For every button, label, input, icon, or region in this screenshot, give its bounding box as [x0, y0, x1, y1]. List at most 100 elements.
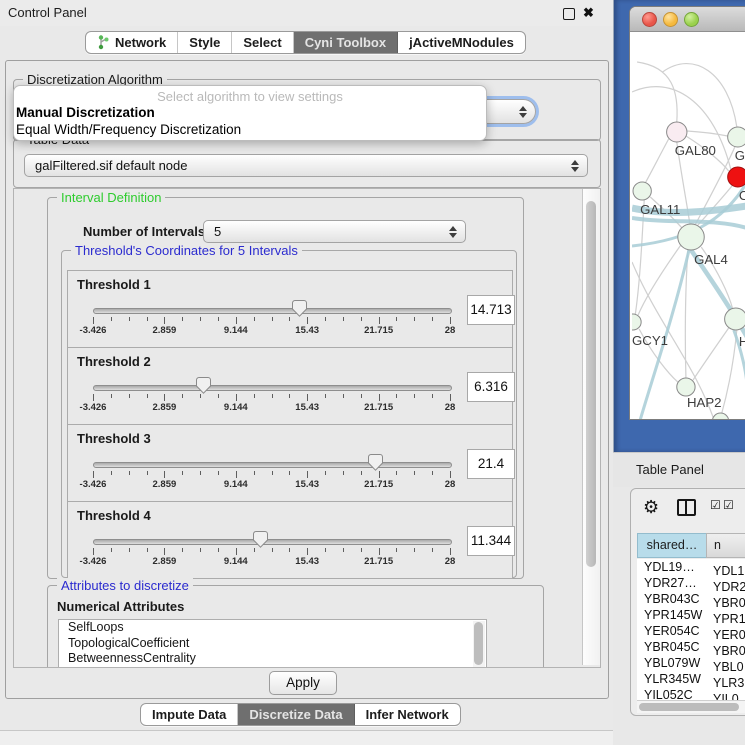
network-edge[interactable]: [722, 330, 737, 414]
table-row[interactable]: YER054CYER0: [637, 623, 745, 639]
slider-thumb[interactable]: [292, 300, 307, 317]
tab-discretize-data[interactable]: Discretize Data: [238, 704, 354, 725]
table-horizontal-scrollbar[interactable]: [637, 700, 745, 713]
column-header-shared[interactable]: shared…: [637, 533, 707, 558]
slider-ticks: [93, 471, 450, 479]
cell-shared-name[interactable]: YBR043C: [637, 591, 706, 607]
network-node[interactable]: [712, 413, 728, 420]
table-row[interactable]: YBR045CYBR0: [637, 639, 745, 655]
network-edge[interactable]: [687, 131, 728, 136]
table-rows: YDL19…YDL1YDR27…YDR2YBR043CYBR0YPR145WYP…: [637, 559, 745, 700]
network-canvas[interactable]: GAL80GACGAL11GAL4GCY1HHAP2: [632, 32, 745, 420]
threshold-value-field[interactable]: 14.713: [467, 295, 515, 325]
table-data-combo[interactable]: galFiltered.sif default node: [24, 154, 588, 177]
close-icon[interactable]: ✖: [583, 4, 594, 22]
cell-name[interactable]: YIL0: [706, 691, 739, 700]
cell-shared-name[interactable]: YIL052C: [637, 687, 706, 700]
column-header-name[interactable]: n: [706, 533, 745, 558]
threshold-panel-1: Threshold 1-3.4262.8599.14415.4321.71528…: [67, 270, 513, 348]
cell-shared-name[interactable]: YDL19…: [637, 559, 706, 575]
cell-shared-name[interactable]: YLR345W: [637, 671, 706, 687]
slider-thumb[interactable]: [368, 454, 383, 471]
network-node-gal80[interactable]: [667, 122, 687, 142]
slider-track[interactable]: [93, 385, 452, 391]
slider-thumb[interactable]: [253, 531, 268, 548]
attribute-list-item[interactable]: TopologicalCoefficient: [59, 636, 486, 652]
slider-track[interactable]: [93, 308, 452, 314]
cell-shared-name[interactable]: YBR045C: [637, 639, 706, 655]
network-icon: [97, 35, 109, 50]
tab-label: jActiveMNodules: [409, 35, 514, 50]
numerical-attributes-list: SelfLoopsTopologicalCoefficientBetweenne…: [58, 619, 487, 668]
table-row[interactable]: YBR043CYBR0: [637, 591, 745, 607]
table-row[interactable]: YLR345WYLR3: [637, 671, 745, 687]
select-all-icon[interactable]: ☑: [710, 498, 721, 512]
threshold-value-field[interactable]: 11.344: [467, 526, 515, 556]
table-hscrollbar-thumb[interactable]: [639, 703, 739, 711]
close-traffic-light[interactable]: [642, 12, 657, 27]
select-all-icon-2[interactable]: ☑: [723, 498, 734, 512]
table-row[interactable]: YIL052CYIL0: [637, 687, 745, 700]
control-panel-content: Discretization Algorithm Select algorith…: [5, 60, 609, 699]
slider-tick-labels: -3.4262.8599.14415.4321.71528: [93, 556, 450, 568]
settings-vertical-scrollbar[interactable]: [582, 189, 600, 665]
slider-track[interactable]: [93, 462, 452, 468]
apply-button[interactable]: Apply: [269, 671, 337, 695]
tab-cyni-toolbox[interactable]: Cyni Toolbox: [294, 32, 398, 53]
network-window-titlebar[interactable]: [630, 7, 745, 32]
attribute-list-item[interactable]: SelfLoops: [59, 620, 486, 636]
network-edge[interactable]: [645, 139, 668, 183]
table-row[interactable]: YDL19…YDL1: [637, 559, 745, 575]
control-panel: Control Panel ✖ Network StyleSelect Cyni T…: [0, 0, 613, 745]
network-node-h[interactable]: [725, 308, 745, 330]
tab-label: Cyni Toolbox: [305, 35, 386, 50]
tab-label: Network: [115, 35, 166, 50]
columns-icon[interactable]: [677, 499, 696, 516]
control-panel-titlebar: Control Panel ✖: [0, 0, 613, 26]
tab-select[interactable]: Select: [232, 32, 293, 53]
slider-ticks: [93, 548, 450, 556]
cell-shared-name[interactable]: YDR27…: [637, 575, 706, 591]
network-node-gcy1[interactable]: [632, 314, 641, 330]
network-node-gal4[interactable]: [678, 224, 704, 250]
threshold-value-field[interactable]: 6.316: [467, 372, 515, 402]
network-node-c[interactable]: [728, 167, 745, 187]
slider-thumb[interactable]: [196, 377, 211, 394]
tab-infer-network[interactable]: Infer Network: [355, 704, 460, 725]
popup-option-manual-discretization[interactable]: Manual Discretization: [16, 105, 155, 120]
table-row[interactable]: YBL079WYBL0: [637, 655, 745, 671]
network-node-hap2[interactable]: [677, 378, 695, 396]
network-window: GAL80GACGAL11GAL4GCY1HHAP2: [629, 6, 745, 420]
float-window-icon[interactable]: [563, 8, 575, 20]
tab-impute-data[interactable]: Impute Data: [141, 704, 238, 725]
threshold-label: Threshold 2: [77, 354, 151, 369]
tab-style[interactable]: Style: [178, 32, 232, 53]
table-row[interactable]: YPR145WYPR1: [637, 607, 745, 623]
attribute-list-item[interactable]: BetweennessCentrality: [59, 651, 486, 667]
tab-network[interactable]: Network: [86, 32, 178, 53]
settings-scrollbar-thumb[interactable]: [586, 201, 596, 567]
threshold-value-field[interactable]: 21.4: [467, 449, 515, 479]
cell-shared-name[interactable]: YER054C: [637, 623, 706, 639]
network-edge[interactable]: [693, 328, 729, 380]
network-edge[interactable]: [663, 64, 737, 127]
threshold-label: Threshold 3: [77, 431, 151, 446]
minimize-traffic-light[interactable]: [663, 12, 678, 27]
zoom-traffic-light[interactable]: [684, 12, 699, 27]
gear-icon[interactable]: ⚙: [643, 496, 659, 518]
table-toolbar: ⚙ ☑ ☑: [631, 489, 745, 533]
table-row[interactable]: YDR27…YDR2: [637, 575, 745, 591]
tab-jactivemnodules[interactable]: jActiveMNodules: [398, 32, 525, 53]
network-node-gal11[interactable]: [633, 182, 651, 200]
cell-shared-name[interactable]: YBL079W: [637, 655, 706, 671]
network-edge[interactable]: [637, 62, 677, 122]
attributes-group: Attributes to discretize Numerical Attri…: [47, 585, 544, 668]
popup-option-equal-width-frequency[interactable]: Equal Width/Frequency Discretization: [16, 122, 241, 137]
below-panel-strip: [0, 731, 613, 745]
cell-shared-name[interactable]: YPR145W: [637, 607, 706, 623]
threshold-panel-2: Threshold 2-3.4262.8599.14415.4321.71528…: [67, 347, 513, 425]
attributes-list-scrollbar[interactable]: [473, 621, 485, 668]
slider-track[interactable]: [93, 539, 452, 545]
network-node-ga[interactable]: [728, 127, 745, 147]
number-of-intervals-combo[interactable]: 5: [203, 220, 466, 243]
